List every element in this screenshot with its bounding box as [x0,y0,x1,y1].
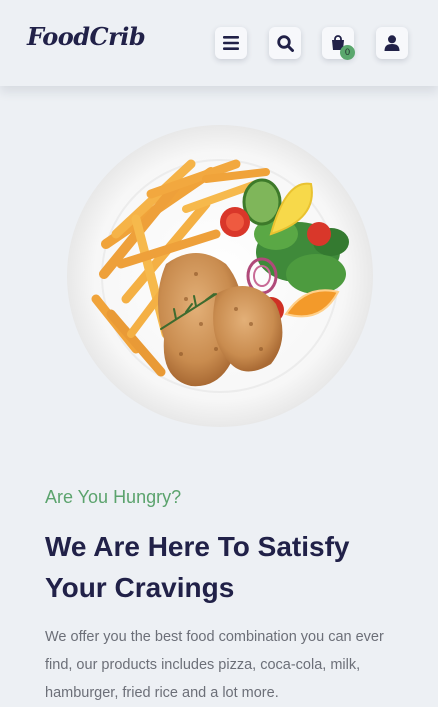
search-icon [276,34,294,52]
cart-button[interactable]: 0 [322,27,355,60]
hero-description: We offer you the best food combination y… [45,629,384,701]
cart-count-badge: 0 [340,45,355,60]
menu-button[interactable] [215,27,247,59]
hero-food-image [66,124,374,428]
search-button[interactable] [269,27,301,59]
hero-heading: We Are Here To Satisfy Your Cravings [45,531,350,603]
site-header: FoodCrib 0 [0,0,438,86]
user-icon [384,35,400,51]
hero-tagline: Are You Hungry? [45,487,182,507]
menu-icon [223,36,239,50]
brand-logo[interactable]: FoodCrib [27,22,146,51]
account-button[interactable] [376,27,408,59]
